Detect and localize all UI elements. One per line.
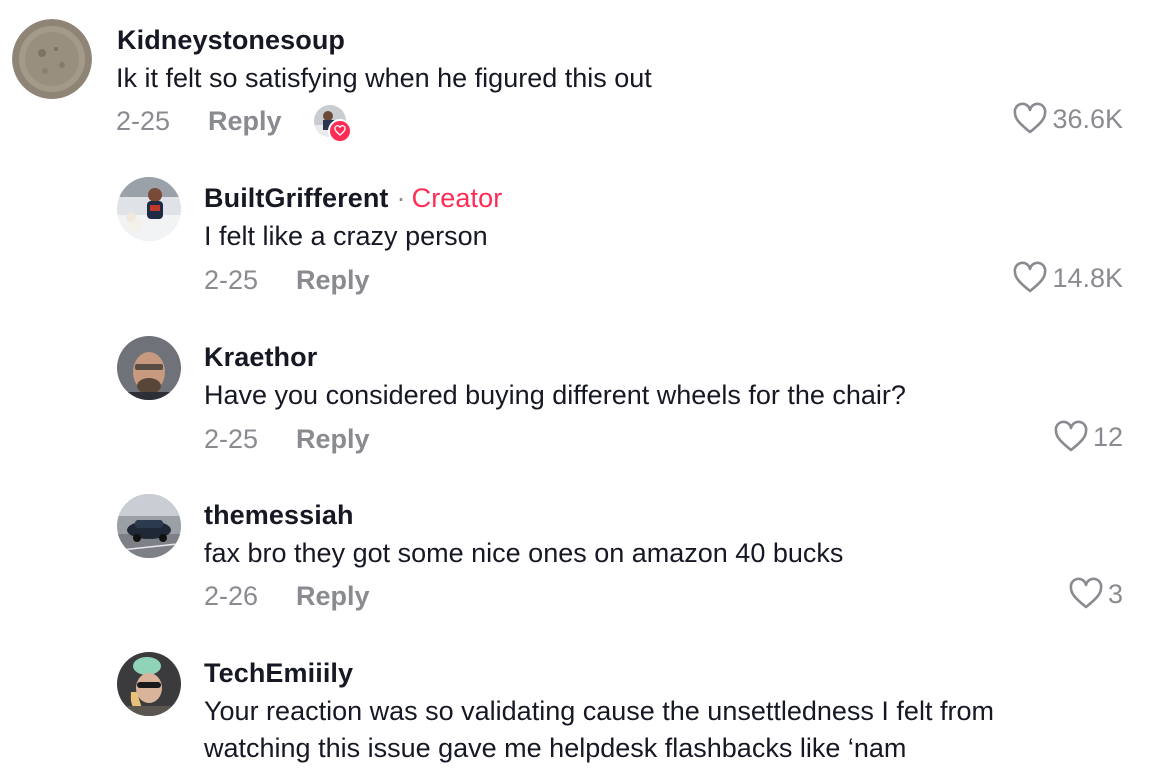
avatar[interactable]	[117, 652, 181, 716]
comment-item: Kraethor Have you considered buying diff…	[0, 320, 1158, 478]
comment-item: Kidneystonesoup Ik it felt so satisfying…	[0, 0, 1158, 160]
reply-button[interactable]: Reply	[208, 106, 282, 137]
comment-date: 2-25	[116, 106, 171, 136]
like-count: 36.6K	[1052, 103, 1123, 134]
comment-username[interactable]: TechEmiiily	[204, 658, 353, 689]
reply-button[interactable]: Reply	[296, 265, 370, 296]
comment-text: Ik it felt so satisfying when he figured…	[116, 63, 652, 93]
comment-text: I felt like a crazy person	[204, 221, 488, 251]
comment-item: themessiah fax bro they got some nice on…	[0, 478, 1158, 636]
avatar[interactable]	[12, 19, 92, 99]
heart-outline-icon	[1069, 577, 1103, 609]
reply-button[interactable]: Reply	[296, 581, 370, 612]
comment-date: 2-25	[204, 265, 259, 295]
like-button[interactable]: 36.6K	[1012, 102, 1123, 136]
like-count: 12	[1092, 421, 1123, 452]
like-count: 3	[1107, 578, 1123, 609]
avatar[interactable]	[117, 494, 181, 558]
like-count: 14.8K	[1052, 262, 1123, 293]
creator-separator: ·	[396, 183, 406, 213]
heart-outline-icon	[1014, 102, 1047, 134]
comment-item: BuiltGrifferent · Creator I felt like a cr…	[0, 160, 1158, 320]
comment-text: fax bro they got some nice ones on amazo…	[204, 538, 844, 568]
comment-text: Have you considered buying different whe…	[204, 380, 906, 410]
creator-tag: Creator	[411, 183, 503, 213]
comment-username[interactable]: BuiltGrifferent · Creator	[204, 183, 502, 214]
like-button[interactable]: 12	[1053, 420, 1123, 454]
reply-button[interactable]: Reply	[296, 424, 370, 455]
comment-username[interactable]: Kraethor	[204, 342, 317, 373]
comment-item: TechEmiiily Your reaction was so validat…	[0, 636, 1158, 772]
avatar[interactable]	[117, 336, 181, 400]
heart-outline-icon	[1054, 420, 1088, 452]
comment-date: 2-26	[204, 581, 259, 611]
username-text[interactable]: BuiltGrifferent	[204, 183, 389, 213]
like-button[interactable]: 3	[1068, 577, 1123, 611]
comment-text-line: Your reaction was so validating cause th…	[204, 696, 994, 726]
like-button[interactable]: 14.8K	[1012, 261, 1123, 295]
heart-badge-icon	[328, 119, 352, 143]
comment-username[interactable]: themessiah	[204, 500, 354, 531]
creator-liked-badge	[314, 105, 352, 143]
comment-date: 2-25	[204, 424, 259, 454]
avatar[interactable]	[117, 177, 181, 241]
heart-outline-icon	[1014, 261, 1047, 293]
comment-username[interactable]: Kidneystonesoup	[117, 25, 345, 56]
comment-text-line: watching this issue gave me helpdesk fla…	[204, 733, 907, 763]
